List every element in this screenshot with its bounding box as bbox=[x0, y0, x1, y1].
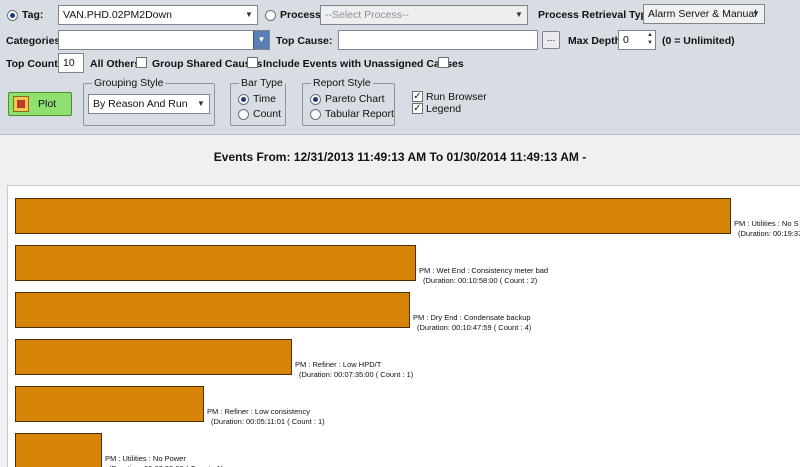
plot-button[interactable]: Plot bbox=[8, 92, 72, 116]
legend-label: Legend bbox=[426, 103, 462, 115]
bar[interactable] bbox=[15, 386, 204, 422]
bar-label-duration: (Duration: 00:07:35:00 ( Count : 1) bbox=[299, 370, 414, 379]
top-count-value: 10 bbox=[63, 57, 75, 69]
tabular-report-label: Tabular Report bbox=[325, 108, 394, 120]
categories-label: Categories: bbox=[6, 35, 64, 47]
group-shared-checkbox[interactable] bbox=[247, 57, 258, 68]
process-radio[interactable] bbox=[265, 10, 276, 21]
all-others-label: All Others bbox=[90, 58, 141, 70]
bar[interactable] bbox=[15, 245, 416, 281]
pareto-chart-label: Pareto Chart bbox=[325, 93, 385, 105]
bar-label: PM : Utilities : No Power(Duration: 00:0… bbox=[105, 454, 223, 467]
bar-label-category: PM : Dry End : Condensate backup bbox=[413, 313, 531, 322]
bar[interactable] bbox=[15, 339, 292, 375]
chevron-down-icon: ▼ bbox=[197, 99, 205, 108]
chevron-down-icon: ▼ bbox=[515, 10, 523, 19]
top-cause-input[interactable] bbox=[338, 30, 538, 50]
tag-radio[interactable] bbox=[7, 10, 18, 21]
pareto-chart: PM : Utilities : No S (Duration: 00:19:37… bbox=[7, 185, 800, 467]
top-count-input[interactable]: 10 bbox=[58, 53, 84, 73]
bar-label: PM : Dry End : Condensate backup (Duratio… bbox=[413, 313, 531, 333]
bar-type-title: Bar Type bbox=[239, 77, 285, 89]
max-depth-hint: (0 = Unlimited) bbox=[662, 35, 735, 47]
tag-label: Tag: bbox=[22, 9, 44, 21]
bar[interactable] bbox=[15, 433, 102, 467]
grouping-style-group: Grouping Style By Reason And Run ▼ bbox=[83, 77, 215, 126]
bar-type-time-radio[interactable] bbox=[238, 94, 249, 105]
bar-label-category: PM : Utilities : No Power bbox=[105, 454, 186, 463]
process-select[interactable]: --Select Process-- ▼ bbox=[320, 5, 528, 25]
bar-label-category: PM : Utilities : No S bbox=[734, 219, 799, 228]
tag-select[interactable]: VAN.PHD.02PM2Down ▼ bbox=[58, 5, 258, 25]
bar-label: PM : Wet End : Consistency meter bad (Dur… bbox=[419, 266, 548, 286]
report-style-group: Report Style Pareto Chart Tabular Report bbox=[302, 77, 395, 126]
top-count-label: Top Count: bbox=[6, 58, 62, 70]
process-placeholder: --Select Process-- bbox=[325, 9, 410, 21]
all-others-checkbox[interactable] bbox=[136, 57, 147, 68]
toolbar: Tag: VAN.PHD.02PM2Down ▼ Process: --Sele… bbox=[0, 0, 800, 135]
bar-label-category: PM : Refiner : Low HPD/T bbox=[295, 360, 382, 369]
process-retrieval-select[interactable]: Alarm Server & Manual ▼ bbox=[643, 4, 765, 24]
events-range-title: Events From: 12/31/2013 11:49:13 AM To 0… bbox=[213, 150, 587, 164]
include-unassigned-label: Include Events with Unassigned Causes bbox=[263, 58, 464, 70]
tag-value: VAN.PHD.02PM2Down bbox=[63, 9, 172, 21]
chevron-down-icon: ▼ bbox=[752, 9, 760, 18]
include-unassigned-checkbox[interactable] bbox=[438, 57, 449, 68]
chevron-down-icon: ▼ bbox=[245, 10, 253, 19]
bar-label: PM : Refiner : Low consistency (Duration:… bbox=[207, 407, 325, 427]
run-browser-checkbox[interactable]: ✓ bbox=[412, 91, 423, 102]
chart-icon bbox=[13, 96, 29, 112]
spinner-arrows-icon[interactable]: ▲ ▼ bbox=[645, 31, 655, 49]
bar[interactable] bbox=[15, 198, 731, 234]
top-cause-browse-button[interactable]: ... bbox=[542, 31, 560, 49]
bar-label-duration: (Duration: 00:05:11:01 ( Count : 1) bbox=[211, 417, 325, 426]
bar-label-duration: (Duration: 00:19:37 bbox=[738, 229, 800, 238]
bar-label-duration: (Duration: 00:10:58:00 ( Count : 2) bbox=[423, 276, 538, 285]
max-depth-label: Max Depth: bbox=[568, 35, 625, 47]
bar-label-duration: (Duration: 00:10:47:59 ( Count : 4) bbox=[417, 323, 532, 332]
plot-button-label: Plot bbox=[38, 98, 57, 110]
grouping-style-select[interactable]: By Reason And Run ▼ bbox=[88, 94, 210, 114]
bar-label-category: PM : Wet End : Consistency meter bad bbox=[419, 266, 549, 275]
categories-select[interactable]: ▼ bbox=[58, 30, 270, 50]
max-depth-input[interactable]: 0 ▲ ▼ bbox=[618, 30, 656, 50]
bar-type-count-radio[interactable] bbox=[238, 109, 249, 120]
group-shared-label: Group Shared Causes bbox=[152, 58, 263, 70]
bar-label: PM : Refiner : Low HPD/T (Duration: 00:07… bbox=[295, 360, 413, 380]
grouping-style-value: By Reason And Run bbox=[93, 98, 188, 110]
bar-type-group: Bar Type Time Count bbox=[230, 77, 286, 126]
pareto-chart-radio[interactable] bbox=[310, 94, 321, 105]
process-retrieval-value: Alarm Server & Manual bbox=[648, 8, 757, 20]
grouping-style-title: Grouping Style bbox=[92, 77, 166, 89]
max-depth-value: 0 bbox=[623, 34, 629, 46]
bar-type-count-label: Count bbox=[253, 108, 282, 120]
chevron-down-icon: ▼ bbox=[253, 31, 269, 49]
legend-checkbox[interactable]: ✓ bbox=[412, 103, 423, 114]
top-cause-label: Top Cause: bbox=[276, 35, 333, 47]
tabular-report-radio[interactable] bbox=[310, 109, 321, 120]
bar-type-time-label: Time bbox=[253, 93, 276, 105]
run-browser-label: Run Browser bbox=[426, 91, 487, 103]
report-style-title: Report Style bbox=[311, 77, 373, 89]
process-label: Process: bbox=[280, 9, 325, 21]
bar[interactable] bbox=[15, 292, 410, 328]
bar-label-category: PM : Refiner : Low consistency bbox=[207, 407, 310, 416]
bar-label: PM : Utilities : No S (Duration: 00:19:37 bbox=[734, 219, 800, 239]
process-retrieval-label: Process Retrieval Type: bbox=[538, 9, 657, 21]
